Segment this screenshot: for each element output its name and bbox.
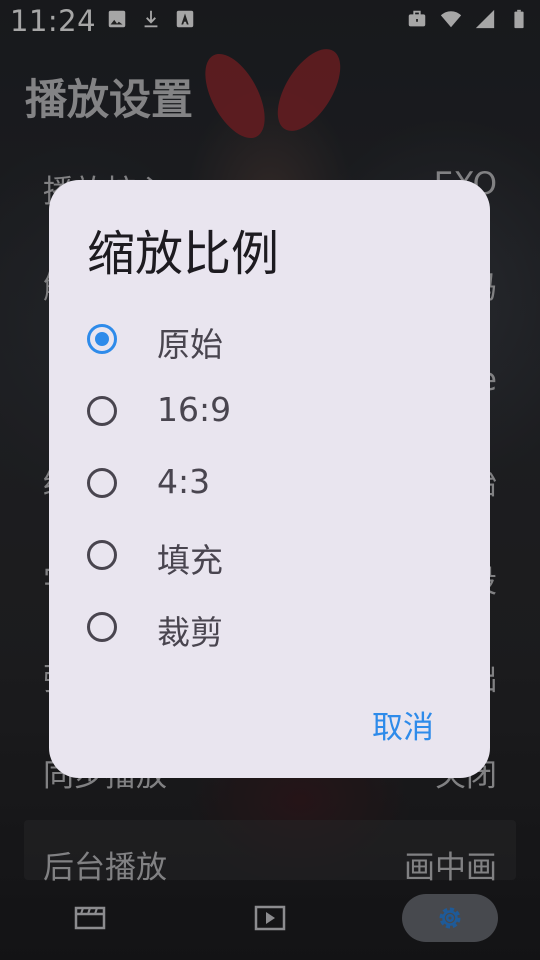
- option-4-3[interactable]: 4:3: [49, 452, 490, 516]
- scale-ratio-dialog: 缩放比例 原始 16:9 4:3 填充 裁剪 取消: [49, 180, 490, 778]
- dialog-title: 缩放比例: [87, 226, 280, 282]
- cancel-button[interactable]: 取消: [372, 702, 434, 747]
- radio-button[interactable]: [87, 396, 117, 426]
- option-crop[interactable]: 裁剪: [49, 596, 490, 660]
- radio-button-checked[interactable]: [87, 324, 117, 354]
- option-label: 裁剪: [157, 613, 223, 652]
- option-original[interactable]: 原始: [49, 308, 490, 372]
- option-label: 4:3: [157, 462, 211, 501]
- option-label: 16:9: [157, 390, 232, 429]
- option-label: 原始: [157, 325, 223, 364]
- option-fill[interactable]: 填充: [49, 524, 490, 588]
- radio-button[interactable]: [87, 540, 117, 570]
- radio-button[interactable]: [87, 468, 117, 498]
- radio-button[interactable]: [87, 612, 117, 642]
- option-label: 填充: [157, 541, 223, 580]
- option-16-9[interactable]: 16:9: [49, 380, 490, 444]
